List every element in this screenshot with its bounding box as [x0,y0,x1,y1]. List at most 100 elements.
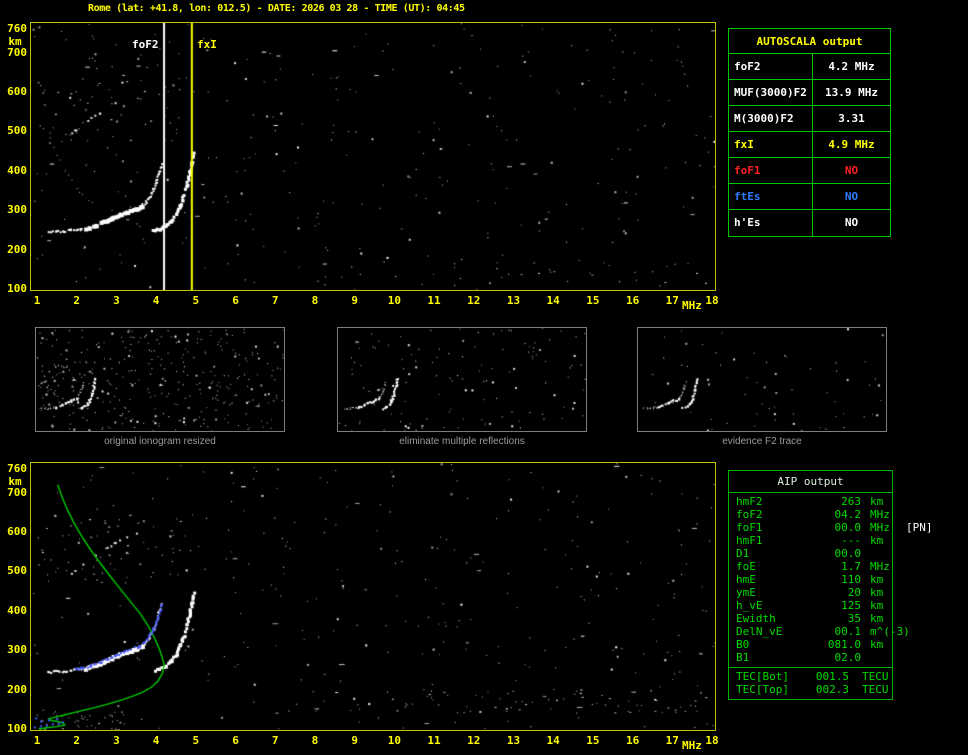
aip-row: B1 02.0 [729,651,892,664]
x-axis-tick-label: 6 [232,734,239,747]
autoscala-table-title: AUTOSCALA output [729,29,890,54]
aip-param-note: [PN] [906,521,933,534]
autoscala-row: foF1 NO [729,158,890,184]
aip-param-label: B1 [736,651,750,664]
y-axis-tick-label: 400 [7,603,27,617]
aip-param-label: foF1 [736,521,763,534]
autoscala-param-label: MUF(3000)F2 [729,80,813,105]
y-axis-tick-label: 700 [7,45,27,59]
aip-param-value: 263 [841,495,861,508]
x-axis-tick-label: 6 [232,294,239,307]
aip-param-value: 1.7 [841,560,861,573]
x-axis-tick-label: 13 [506,294,521,307]
fxI-marker-label: fxI [197,38,217,51]
y-axis-tick-label: 200 [7,682,27,696]
aip-param-label: ymE [736,586,756,599]
x-axis-tick-label: 10 [387,734,401,747]
x-axis-tick-label: 14 [546,294,560,307]
y-axis-tick-label: 760 [7,462,27,475]
aip-tec-label: TEC[Bot] [736,670,789,683]
aip-param-unit: km [870,612,884,625]
y-axis-tick-label: 500 [7,564,27,578]
aip-param-label: h_vE [736,599,763,612]
y-axis-unit-label: km [8,475,22,488]
aip-param-label: Ewidth [736,612,776,625]
aip-tec-unit: TECU [862,670,889,683]
aip-param-unit: km [870,534,884,547]
aip-param-unit: MHz [870,521,890,534]
aip-param-value: 081.0 [827,638,861,651]
x-axis-tick-label: 8 [311,294,319,307]
aip-param-unit: km [870,599,884,612]
aip-param-label: hmE [736,573,756,586]
autoscala-row: ftEs NO [729,184,890,210]
x-axis-tick-label: 11 [427,734,441,747]
x-axis-tick-label: 5 [192,294,200,307]
autoscala-param-value: NO [844,216,859,229]
aip-param-label: hmF1 [736,534,763,547]
x-axis-tick-label: 12 [467,294,481,307]
x-axis-tick-label: 7 [271,734,279,747]
x-axis-tick-label: 13 [506,734,521,747]
y-axis-tick-label: 700 [7,485,27,499]
aip-tec-row: TEC[Top] 002.3 TECU [729,683,892,696]
x-axis-tick-label: 2 [73,294,81,307]
aip-param-label: foE [736,560,756,573]
autoscala-row: MUF(3000)F2 13.9 MHz [729,80,890,106]
autoscala-param-value: 13.9 MHz [825,86,878,99]
aip-row: DelN_vE 00.1 m^(-3) [729,625,910,638]
aip-output-table: AIP output hmF2 263 km foF2 04.2 MHz foF1 00.0 M… [728,470,933,700]
thumbnail-caption-original: original ionogram resized [104,436,216,447]
x-axis-tick-label: 12 [467,734,481,747]
autoscala-param-value: 4.9 MHz [828,138,875,151]
x-axis-tick-label: 7 [271,294,279,307]
ionogram-plot [30,22,716,291]
aip-param-value: --- [841,534,861,547]
aip-param-value: 04.2 [834,508,862,521]
autoscala-param-label: M(3000)F2 [729,106,813,131]
x-axis-tick-label: 15 [586,294,600,307]
aip-tec-value: 001.5 [815,670,849,683]
aip-param-unit: km [870,586,884,599]
aip-param-unit: MHz [870,560,890,573]
autoscala-param-value: 3.31 [838,112,865,125]
profile-canvas [31,463,715,730]
aip-row: hmF1 --- km [729,534,892,547]
aip-row: B0 081.0 km [729,638,892,651]
aip-param-unit: km [870,638,884,651]
aip-tec-value: 002.3 [815,683,849,696]
aip-param-label: foF2 [736,508,763,521]
autoscala-row: fxI 4.9 MHz [729,132,890,158]
x-axis-tick-label: 15 [586,734,600,747]
x-axis-tick-label: 17 [665,734,679,747]
aip-row: hmE 110 km [729,573,892,586]
aip-param-label: D1 [736,547,750,560]
aip-param-label: DelN_vE [736,625,783,638]
thumbnail-caption-cleaned: eliminate multiple reflections [399,436,525,447]
aip-row: hmF2 263 km [729,495,892,508]
y-axis-tick-label: 500 [7,124,27,138]
autoscala-param-label: ftEs [729,184,813,209]
autoscala-app-window: Rome (lat: +41.8, lon: 012.5) - DATE: 20… [0,0,968,755]
x-axis-tick-label: 16 [625,294,640,307]
y-axis-tick-label: 400 [7,163,27,177]
aip-tec-row: TEC[Bot] 001.5 TECU [729,670,892,683]
autoscala-param-label: h'Es [729,210,813,236]
x-axis-tick-label: 5 [192,734,200,747]
x-axis-tick-label: 11 [427,294,441,307]
aip-param-value: 02.0 [834,651,862,664]
x-axis-tick-label: 10 [387,294,401,307]
aip-row: foF2 04.2 MHz [729,508,892,521]
aip-row: Ewidth 35 km [729,612,892,625]
y-axis-tick-label: 100 [7,722,27,735]
aip-tec-label: TEC[Top] [736,683,789,696]
thumbnail-f2-trace-canvas [638,328,886,431]
x-axis-tick-label: 1 [33,734,41,747]
foF2-marker-label: foF2 [132,38,159,51]
aip-param-value: 00.0 [834,547,862,560]
y-axis-tick-label: 300 [7,203,27,217]
aip-row: foF1 00.0 MHz [PN] [729,521,933,534]
y-axis-tick-label: 600 [7,85,27,99]
aip-row: ymE 20 km [729,586,892,599]
autoscala-param-label: foF2 [729,54,813,79]
